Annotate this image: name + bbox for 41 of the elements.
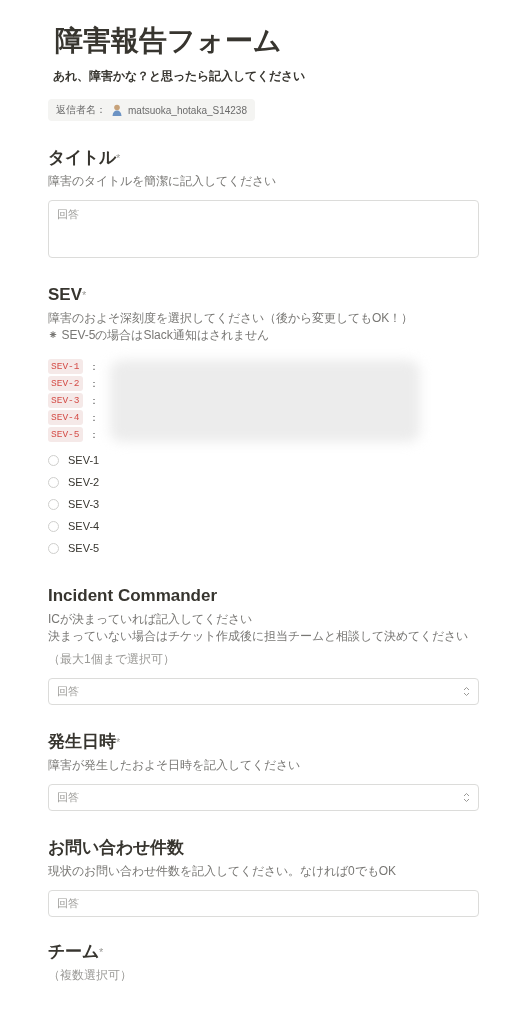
avatar-icon (112, 104, 122, 116)
chevron-updown-icon (463, 792, 470, 803)
radio-option[interactable]: SEV-5 (48, 537, 100, 559)
question-description: ICが決まっていれば記入してください (48, 611, 252, 628)
question-description: ⁕ SEV-5の場合はSlack通知はされません (48, 327, 269, 344)
question-description: 障害のおよそ深刻度を選択してください（後から変更してもOK！） (48, 310, 414, 327)
required-mark: * (116, 152, 121, 164)
question-description: 障害のタイトルを簡潔に記入してください (48, 173, 276, 190)
question-description: 決まっていない場合はチケット作成後に担当チームと相談して決めてください (48, 628, 468, 645)
colon: ： (88, 359, 99, 374)
question-title: お問い合わせ件数 (48, 837, 184, 859)
form-subtitle: あれ、障害かな？と思ったら記入してください (53, 68, 305, 85)
sev-tag: SEV-3 (48, 393, 83, 408)
question-title: Incident Commander (48, 585, 218, 607)
question-hint: （最大1個まで選択可） (48, 651, 175, 668)
question-title: チーム (48, 941, 99, 963)
chevron-updown-icon (463, 686, 470, 697)
respondent-name: matsuoka_hotaka_S14238 (128, 104, 247, 116)
colon: ： (88, 376, 99, 391)
colon: ： (88, 427, 99, 442)
radio-option[interactable]: SEV-3 (48, 493, 100, 515)
question-description: 障害が発生したおよそ日時を記入してください (48, 757, 300, 774)
sev-tag: SEV-1 (48, 359, 83, 374)
question-title: SEV (48, 284, 83, 306)
required-mark: * (116, 736, 121, 748)
form-title: 障害報告フォーム (55, 24, 283, 58)
sev-tag: SEV-5 (48, 427, 83, 442)
radio-option[interactable]: SEV-4 (48, 515, 100, 537)
required-mark: * (82, 289, 87, 303)
sev-tag: SEV-2 (48, 376, 83, 391)
question-title: タイトル (48, 147, 116, 169)
sev-tag: SEV-4 (48, 410, 83, 425)
colon: ： (88, 393, 99, 408)
colon: ： (88, 410, 99, 425)
respondent-label: 返信者名： (56, 103, 106, 117)
radio-option[interactable]: SEV-2 (48, 471, 100, 493)
required-mark: * (99, 946, 104, 960)
question-title: 発生日時 (48, 731, 116, 753)
question-description: 現状のお問い合わせ件数を記入してください。なければ0でもOK (48, 863, 396, 880)
radio-option[interactable]: SEV-1 (48, 449, 100, 471)
question-hint: （複数選択可） (48, 967, 132, 984)
